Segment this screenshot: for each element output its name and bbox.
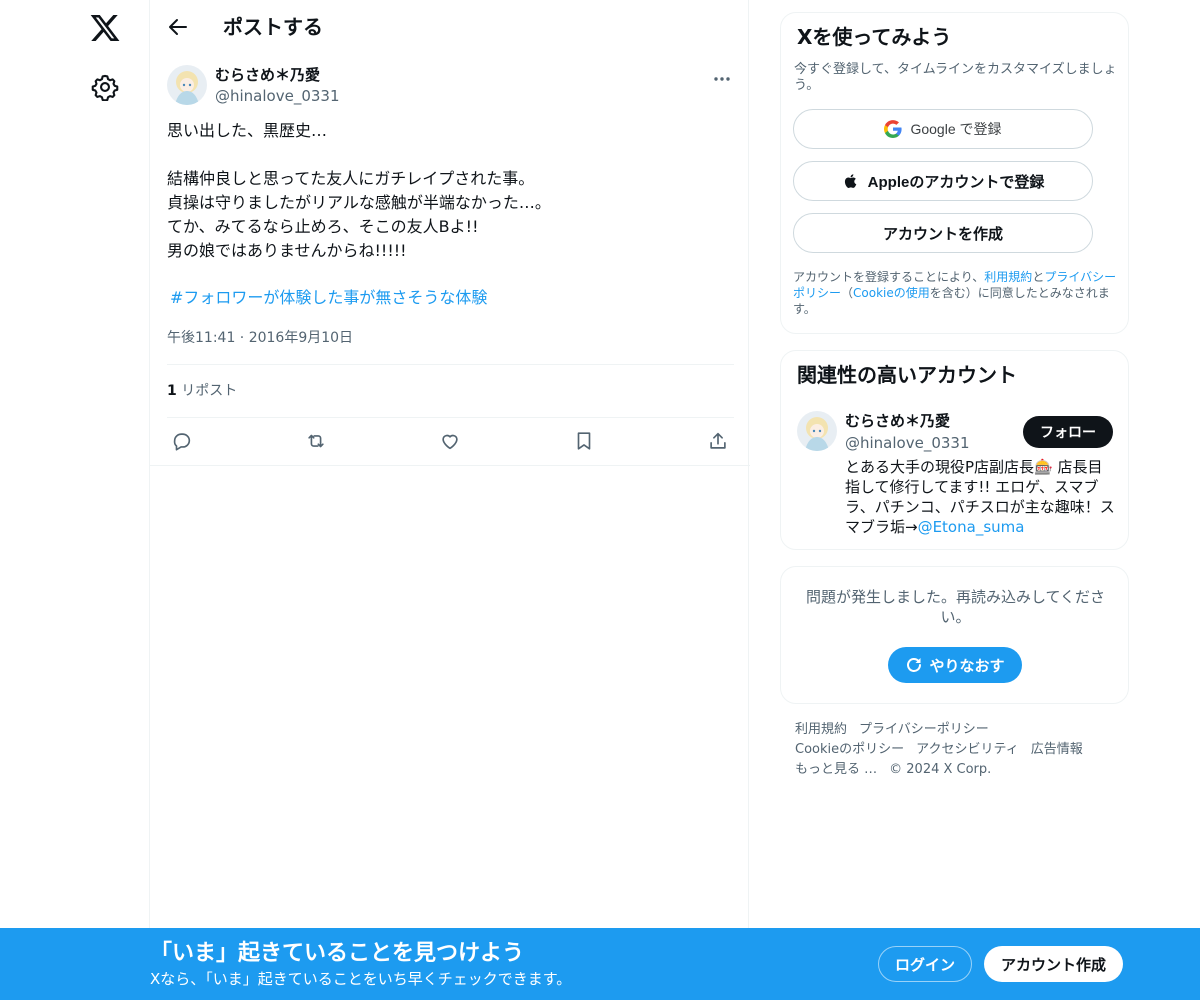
- refresh-icon: [907, 658, 922, 672]
- footer-row: 利用規約 プライバシーポリシー: [795, 720, 1125, 740]
- login-button[interactable]: ログイン: [878, 946, 972, 982]
- post-text: 思い出した、黒歴史… 結構仲良しと思ってた友人にガチレイプされた事。 貞操は守り…: [167, 121, 551, 260]
- footer-link-cookie[interactable]: Cookieのポリシー: [795, 742, 904, 757]
- arrow-left-icon[interactable]: [166, 15, 190, 39]
- legal-and: と: [1032, 270, 1045, 284]
- x-logo-icon[interactable]: [89, 12, 121, 44]
- repost-icon[interactable]: [305, 430, 327, 452]
- like-icon[interactable]: [439, 430, 461, 452]
- legal-prefix: アカウントを登録することにより、: [793, 270, 985, 284]
- retry-label: やりなおす: [929, 657, 1005, 675]
- action-bar: [150, 418, 750, 465]
- post-timestamp[interactable]: 午後11:41 · 2016年9月10日: [167, 328, 353, 348]
- share-icon[interactable]: [707, 430, 729, 452]
- google-signup-button[interactable]: Google で登録: [793, 109, 1093, 149]
- related-account-bio: とある大手の現役P店副店長🎰 店長目指して修行してます!! エロゲ、スマブラ、パ…: [845, 457, 1115, 537]
- legal-paren: （: [841, 286, 854, 300]
- related-account-name[interactable]: むらさめ＊乃愛: [845, 411, 950, 431]
- error-card: 問題が発生しました。再読み込みしてください。 やりなおす: [780, 566, 1129, 704]
- footer-link-privacy[interactable]: プライバシーポリシー: [859, 722, 989, 737]
- more-options-icon[interactable]: [712, 69, 732, 89]
- author-name[interactable]: むらさめ＊乃愛: [215, 65, 320, 85]
- follow-button[interactable]: フォロー: [1023, 416, 1113, 448]
- footer-row: もっと見る … © 2024 X Corp.: [795, 760, 1125, 780]
- error-message: 問題が発生しました。再読み込みしてください。: [805, 588, 1106, 626]
- banner-subtitle: Xなら、「いま」起きていることをいち早くチェックできます。: [150, 970, 572, 988]
- related-accounts-card: 関連性の高いアカウント むらさめ＊乃愛 @hinalove_0331 フォロー …: [780, 350, 1129, 550]
- avatar-image: [167, 65, 207, 105]
- divider: [167, 364, 734, 365]
- gear-icon[interactable]: [91, 73, 119, 101]
- google-icon: [884, 120, 903, 138]
- apple-signup-label: Appleのアカウントで登録: [867, 173, 1045, 191]
- terms-link[interactable]: 利用規約: [984, 270, 1032, 284]
- google-signup-label: Google で登録: [910, 121, 1002, 137]
- footer-links: 利用規約 プライバシーポリシー Cookieのポリシー アクセシビリティ 広告情報 も…: [795, 720, 1125, 780]
- signup-card-subtitle: 今すぐ登録して、タイムラインをカスタマイズしましょう。: [794, 62, 1117, 93]
- create-account-label: アカウントを作成: [882, 225, 1003, 243]
- author-handle[interactable]: @hinalove_0331: [215, 86, 340, 106]
- avatar-image: [797, 411, 837, 451]
- retry-button[interactable]: やりなおす: [888, 647, 1022, 683]
- repost-count-value: 1: [167, 383, 177, 399]
- footer-link-more[interactable]: もっと見る …: [795, 762, 877, 777]
- bottom-banner: 「いま」起きていることを見つけよう Xなら、「いま」起きていることをいち早くチェ…: [0, 928, 1200, 1000]
- main-column: ポストする むらさめ＊乃愛 @hinalove_0331 思い出した、黒歴史… …: [149, 0, 750, 1000]
- bookmark-icon[interactable]: [573, 430, 595, 452]
- footer-row: Cookieのポリシー アクセシビリティ 広告情報: [795, 740, 1125, 760]
- signup-button[interactable]: アカウント作成: [984, 946, 1123, 982]
- banner-title: 「いま」起きていることを見つけよう: [150, 941, 525, 966]
- avatar[interactable]: [797, 411, 837, 451]
- footer-link-ads[interactable]: 広告情報: [1031, 742, 1083, 757]
- avatar[interactable]: [167, 65, 207, 105]
- repost-count-label: リポスト: [181, 383, 238, 399]
- bio-mention-link[interactable]: @Etona_suma: [918, 518, 1025, 536]
- signup-card: Xを使ってみよう 今すぐ登録して、タイムラインをカスタマイズしましょう。 Goo…: [780, 12, 1129, 334]
- signup-card-title: Xを使ってみよう: [797, 25, 952, 49]
- apple-signup-button[interactable]: Appleのアカウントで登録: [793, 161, 1093, 201]
- footer-link-terms[interactable]: 利用規約: [795, 722, 847, 737]
- related-card-title: 関連性の高いアカウント: [797, 363, 1017, 387]
- top-bar: ポストする: [150, 0, 750, 53]
- legal-notice: アカウントを登録することにより、利用規約とプライバシーポリシー（Cookieの使…: [793, 269, 1118, 317]
- create-account-button[interactable]: アカウントを作成: [793, 213, 1093, 253]
- footer-link-accessibility[interactable]: アクセシビリティ: [916, 742, 1019, 757]
- page-title: ポストする: [223, 15, 323, 39]
- divider: [150, 465, 750, 466]
- footer-copyright: © 2024 X Corp.: [889, 762, 992, 777]
- left-nav: [0, 0, 150, 1000]
- hashtag-link[interactable]: #フォロワーが体験した事が無さそうな体験: [170, 286, 487, 310]
- reply-icon[interactable]: [171, 430, 193, 452]
- repost-count[interactable]: 1 リポスト: [167, 381, 237, 401]
- apple-icon: [844, 174, 856, 189]
- related-account-handle[interactable]: @hinalove_0331: [845, 433, 970, 453]
- cookie-link[interactable]: Cookieの使用: [853, 286, 930, 300]
